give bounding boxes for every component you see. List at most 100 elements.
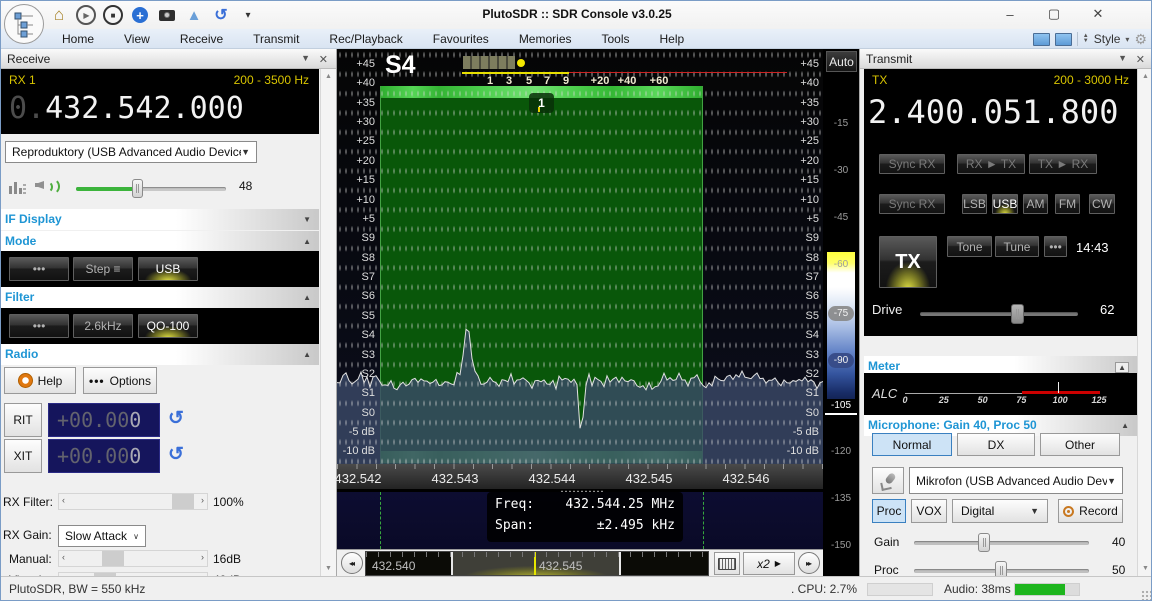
panel-collapse-icon[interactable]: ▼	[1118, 53, 1127, 63]
mic-gain-handle[interactable]	[978, 533, 990, 552]
record-button[interactable]: Record	[1058, 499, 1123, 523]
mic-profile-dx-button[interactable]: DX	[957, 433, 1035, 456]
tx-mode-am-button[interactable]: AM	[1023, 194, 1048, 214]
menu-item[interactable]: View	[109, 29, 165, 49]
level-scale-label[interactable]: -75	[828, 306, 854, 321]
proc-toggle-button[interactable]: Proc	[872, 499, 906, 523]
xit-display[interactable]: +00.000	[48, 439, 160, 473]
tx-mode-cw-button[interactable]: CW	[1089, 194, 1115, 214]
scroll-up-icon[interactable]: ▲	[321, 69, 336, 84]
rit-reset-icon[interactable]: ↺	[168, 407, 184, 430]
digital-select[interactable]: Digital▼	[952, 499, 1048, 523]
mic-proc-handle[interactable]	[995, 561, 1007, 576]
transmit-panel-scrollbar[interactable]: ▲ ▼	[1137, 69, 1152, 576]
tx-ptt-button[interactable]: TX	[879, 236, 937, 288]
if-display-section-header[interactable]: IF Display▼	[1, 209, 319, 230]
collapse-ribbon-icon[interactable]: ▲▼	[1083, 34, 1089, 44]
mic-device-select[interactable]: Mikrofon (USB Advanced Audio Devi...▼	[909, 467, 1123, 494]
drive-slider[interactable]	[920, 312, 1078, 316]
mic-profile-other-button[interactable]: Other	[1040, 433, 1120, 456]
scroll-down-icon[interactable]: ▼	[321, 561, 336, 576]
tx-mode-usb-button[interactable]: USB	[992, 194, 1018, 214]
zoom-button[interactable]: x2▶	[743, 552, 795, 575]
rit-button[interactable]: RIT	[4, 403, 42, 437]
tx-to-rx-button[interactable]: TX ► RX	[1029, 154, 1097, 174]
expand-up-icon[interactable]: ▲	[303, 293, 311, 302]
nav-left-button[interactable]: ◂◂	[341, 552, 363, 574]
audio-output-select[interactable]: Reproduktory (USB Advanced Audio Device)…	[5, 141, 257, 163]
filter-qo100-button[interactable]: QO-100	[138, 314, 198, 338]
mic-gain-slider[interactable]	[914, 541, 1089, 545]
auto-level-button[interactable]: Auto	[826, 51, 857, 72]
minimize-button[interactable]: –	[995, 3, 1025, 25]
filter-width-button[interactable]: 2.6kHz	[73, 314, 133, 338]
keyboard-entry-button[interactable]	[714, 552, 740, 575]
xit-reset-icon[interactable]: ↺	[168, 443, 184, 466]
maximize-button[interactable]: ▢	[1039, 3, 1069, 25]
mode-usb-button[interactable]: USB	[138, 257, 198, 281]
tune-button[interactable]: Tune	[995, 236, 1039, 257]
expand-up-icon[interactable]: ▲	[303, 237, 311, 246]
scroll-left-icon[interactable]: ‹	[62, 552, 65, 562]
filter-section-header[interactable]: Filter▲	[1, 287, 319, 308]
panel-close-icon[interactable]: ✕	[319, 53, 328, 66]
microphone-button[interactable]	[872, 467, 904, 494]
style-menu[interactable]: Style	[1094, 32, 1121, 46]
scroll-right-icon[interactable]: ›	[201, 552, 204, 562]
rx-filter-scrollbar[interactable]: ‹ ›	[58, 493, 208, 510]
vox-button[interactable]: VOX	[911, 499, 947, 523]
tone-button[interactable]: Tone	[947, 236, 992, 257]
manual-gain-thumb[interactable]	[102, 551, 124, 566]
rx-marker[interactable]: 1	[529, 93, 554, 113]
mode-more-button[interactable]: •••	[9, 257, 69, 281]
expand-up-icon[interactable]: ▲	[1121, 421, 1129, 430]
menu-item[interactable]: Memories	[504, 29, 587, 49]
monitor-icon[interactable]	[1055, 33, 1072, 46]
tx-more-button[interactable]: •••	[1044, 236, 1067, 257]
menu-item[interactable]: Rec/Playback	[314, 29, 417, 49]
radio-section-header[interactable]: Radio▲	[1, 344, 319, 365]
scroll-up-icon[interactable]: ▲	[1138, 69, 1152, 84]
speaker-icon[interactable]	[35, 177, 57, 193]
close-button[interactable]: ✕	[1083, 3, 1113, 25]
level-scale-label[interactable]: -105	[827, 399, 855, 412]
sync-rx-mode-button[interactable]: Sync RX	[879, 194, 945, 214]
frequency-scale[interactable]: 432.542432.543432.544432.545432.546	[337, 464, 823, 489]
tx-mode-lsb-button[interactable]: LSB	[962, 194, 987, 214]
expand-up-icon[interactable]: ▲	[303, 350, 311, 359]
mode-step-button[interactable]: Step ≡	[73, 257, 133, 281]
menu-item[interactable]: Favourites	[418, 29, 504, 49]
scroll-right-icon[interactable]: ›	[201, 495, 204, 505]
scroll-down-icon[interactable]: ▼	[1138, 561, 1152, 576]
level-scale-label[interactable]: -90	[828, 353, 854, 368]
panel-collapse-icon[interactable]: ▼	[301, 53, 310, 63]
xit-button[interactable]: XIT	[4, 439, 42, 473]
spectrum-plot[interactable]: S4 13579+20+40+60 +45+40+35+30+25+20+15+…	[337, 49, 823, 464]
panel-close-icon[interactable]: ✕	[1136, 53, 1145, 66]
waterfall-color-gradient[interactable]	[827, 252, 855, 412]
menu-item[interactable]: Home	[47, 29, 109, 49]
monitor-icon[interactable]	[1033, 33, 1050, 46]
rx-frequency-value[interactable]: 0.432.542.000	[9, 91, 244, 126]
menu-item[interactable]: Tools	[587, 29, 645, 49]
style-dropdown-icon[interactable]: ▾	[1125, 35, 1129, 44]
rx-gain-select[interactable]: Slow Attack∨	[58, 525, 146, 547]
drive-slider-handle[interactable]	[1011, 304, 1024, 324]
filter-more-button[interactable]: •••	[9, 314, 69, 338]
nav-right-button[interactable]: ▸▸	[798, 552, 820, 574]
mixer-icon[interactable]	[9, 179, 27, 199]
menu-item[interactable]: Receive	[165, 29, 238, 49]
options-button[interactable]: •••Options	[83, 367, 157, 394]
band-overview-strip[interactable]: 432.540 432.545	[365, 551, 709, 576]
rx-to-tx-button[interactable]: RX ► TX	[957, 154, 1025, 174]
volume-slider-handle[interactable]	[132, 179, 143, 198]
mic-profile-normal-button[interactable]: Normal	[872, 433, 952, 456]
tx-mode-fm-button[interactable]: FM	[1055, 194, 1080, 214]
tx-frequency-value[interactable]: 2.400.051.800	[868, 93, 1118, 131]
mode-section-header[interactable]: Mode▲	[1, 231, 319, 252]
receive-panel-scrollbar[interactable]: ▲ ▼	[320, 69, 336, 576]
manual-gain-scrollbar[interactable]: ‹ ›	[58, 550, 208, 567]
resize-grip[interactable]	[1141, 590, 1151, 600]
gear-icon[interactable]: ⚙	[1134, 31, 1147, 48]
expand-up-icon[interactable]: ▲	[1115, 362, 1129, 373]
